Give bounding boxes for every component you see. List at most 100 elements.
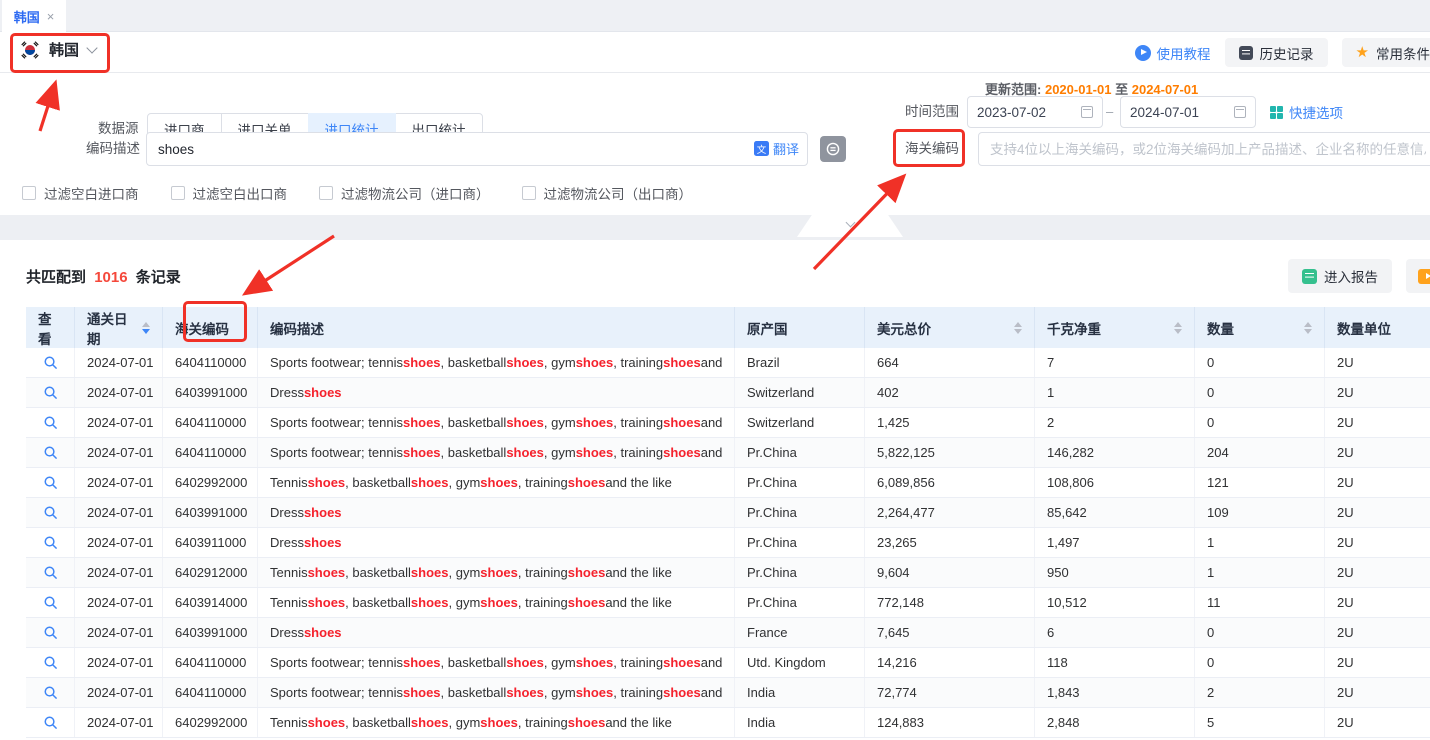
- cell-origin-country: Pr.China: [735, 588, 865, 617]
- view-details-button[interactable]: [26, 528, 75, 557]
- time-range-label: 时间范围: [905, 96, 959, 128]
- history-button[interactable]: 历史记录: [1225, 38, 1328, 67]
- filter-checkbox-item[interactable]: 过滤空白出口商: [171, 183, 288, 203]
- cell-hs-code: 6402992000: [163, 468, 258, 497]
- cell-origin-country: Brazil: [735, 348, 865, 377]
- chevron-down-icon: [845, 218, 855, 228]
- table-row: 2024-07-016404110000Sports footwear; ten…: [26, 408, 1430, 438]
- view-details-button[interactable]: [26, 678, 75, 707]
- date-start-input[interactable]: 2023-07-02: [967, 96, 1103, 128]
- cell-quantity: 5: [1195, 708, 1325, 737]
- cell-description: Dress shoes: [258, 618, 735, 647]
- cell-quantity-unit: 2U: [1325, 378, 1430, 407]
- date-range-separator: –: [1106, 96, 1113, 128]
- view-details-button[interactable]: [26, 618, 75, 647]
- magnifier-icon: [43, 355, 58, 370]
- magnifier-icon: [43, 475, 58, 490]
- cell-quantity-unit: 2U: [1325, 468, 1430, 497]
- enter-report-button[interactable]: 进入报告: [1288, 259, 1392, 293]
- cell-date: 2024-07-01: [75, 408, 163, 437]
- sort-icons[interactable]: [1168, 322, 1182, 334]
- sort-icons[interactable]: [1298, 322, 1312, 334]
- tab-korea[interactable]: 韩国 ×: [2, 0, 66, 32]
- favorites-button[interactable]: ★ 常用条件: [1342, 38, 1430, 67]
- view-details-button[interactable]: [26, 588, 75, 617]
- column-header-2[interactable]: 通关日期: [75, 307, 163, 348]
- cell-usd-total: 1,425: [865, 408, 1035, 437]
- filter-checkbox-item[interactable]: 过滤物流公司（出口商）: [522, 183, 693, 203]
- column-label: 海关编码: [175, 318, 229, 338]
- cell-date: 2024-07-01: [75, 438, 163, 467]
- cell-description: Tennis shoes, basketball shoes, gym shoe…: [258, 468, 735, 497]
- collapse-band: [0, 215, 1430, 240]
- table-row: 2024-07-016402992000Tennis shoes, basket…: [26, 708, 1430, 738]
- column-header-7[interactable]: 千克净重: [1035, 307, 1195, 348]
- table-row: 2024-07-016403991000Dress shoesPr.China2…: [26, 498, 1430, 528]
- hs-code-label: 海关编码: [905, 132, 959, 166]
- cell-origin-country: Pr.China: [735, 558, 865, 587]
- view-details-button[interactable]: [26, 648, 75, 677]
- cell-date: 2024-07-01: [75, 498, 163, 527]
- cell-quantity: 0: [1195, 408, 1325, 437]
- column-header-6[interactable]: 美元总价: [865, 307, 1035, 348]
- cell-description: Sports footwear; tennis shoes, basketbal…: [258, 648, 735, 677]
- cell-quantity-unit: 2U: [1325, 438, 1430, 467]
- cell-description: Sports footwear; tennis shoes, basketbal…: [258, 348, 735, 377]
- magnifier-icon: [43, 385, 58, 400]
- cell-hs-code: 6404110000: [163, 348, 258, 377]
- view-details-button[interactable]: [26, 378, 75, 407]
- tab-title: 韩国: [14, 7, 40, 26]
- view-details-button[interactable]: [26, 438, 75, 467]
- column-header-1: 查看: [26, 307, 75, 348]
- cell-hs-code: 6404110000: [163, 438, 258, 467]
- filter-checkbox-item[interactable]: 过滤物流公司（进口商）: [319, 183, 490, 203]
- checkbox-icon[interactable]: [171, 186, 185, 200]
- report-icon: [1302, 269, 1317, 284]
- filter-checkbox-item[interactable]: 过滤空白进口商: [22, 183, 139, 203]
- column-label: 数量单位: [1337, 318, 1391, 338]
- checkbox-icon[interactable]: [319, 186, 333, 200]
- translate-label: 翻译: [773, 139, 799, 158]
- view-details-button[interactable]: [26, 348, 75, 377]
- magnifier-icon: [43, 535, 58, 550]
- translate-button[interactable]: 文 翻译: [754, 139, 799, 158]
- tutorial-link[interactable]: 使用教程: [1135, 43, 1211, 63]
- export-button-partial[interactable]: [1406, 259, 1430, 293]
- translate-icon: 文: [754, 141, 769, 156]
- sort-icons[interactable]: [136, 322, 150, 334]
- cell-quantity: 1: [1195, 528, 1325, 557]
- cell-net-weight: 146,282: [1035, 438, 1195, 467]
- view-details-button[interactable]: [26, 558, 75, 587]
- column-label: 编码描述: [270, 318, 324, 338]
- table-row: 2024-07-016403914000Tennis shoes, basket…: [26, 588, 1430, 618]
- view-details-button[interactable]: [26, 468, 75, 497]
- quick-options-link[interactable]: 快捷选项: [1270, 96, 1343, 128]
- view-details-button[interactable]: [26, 408, 75, 437]
- view-details-button[interactable]: [26, 708, 75, 737]
- collapse-panel-handle[interactable]: [797, 215, 903, 237]
- cell-net-weight: 1,497: [1035, 528, 1195, 557]
- cell-description: Dress shoes: [258, 378, 735, 407]
- hs-code-input[interactable]: [978, 132, 1430, 166]
- sort-icons[interactable]: [1008, 322, 1022, 334]
- date-end-input[interactable]: 2024-07-01: [1120, 96, 1256, 128]
- cell-quantity-unit: 2U: [1325, 678, 1430, 707]
- view-details-button[interactable]: [26, 498, 75, 527]
- column-header-5: 原产国: [735, 307, 865, 348]
- checkbox-icon[interactable]: [522, 186, 536, 200]
- description-input[interactable]: [146, 132, 808, 166]
- results-table: 查看通关日期海关编码 编码描述 原产国美元总价千克净重数量数量单位 2024-07-…: [26, 307, 1430, 738]
- cell-description: Tennis shoes, basketball shoes, gym shoe…: [258, 558, 735, 587]
- country-selector[interactable]: 韩国: [20, 39, 96, 60]
- star-icon: ★: [1356, 45, 1369, 60]
- column-header-8[interactable]: 数量: [1195, 307, 1325, 348]
- exact-match-button[interactable]: [820, 136, 846, 162]
- checkbox-icon[interactable]: [22, 186, 36, 200]
- cell-hs-code: 6402992000: [163, 708, 258, 737]
- cell-net-weight: 85,642: [1035, 498, 1195, 527]
- table-row: 2024-07-016403991000Dress shoesFrance7,6…: [26, 618, 1430, 648]
- cell-description: Sports footwear; tennis shoes, basketbal…: [258, 438, 735, 467]
- close-icon[interactable]: ×: [47, 9, 55, 24]
- cell-usd-total: 9,604: [865, 558, 1035, 587]
- column-header-4: 编码描述: [258, 307, 735, 348]
